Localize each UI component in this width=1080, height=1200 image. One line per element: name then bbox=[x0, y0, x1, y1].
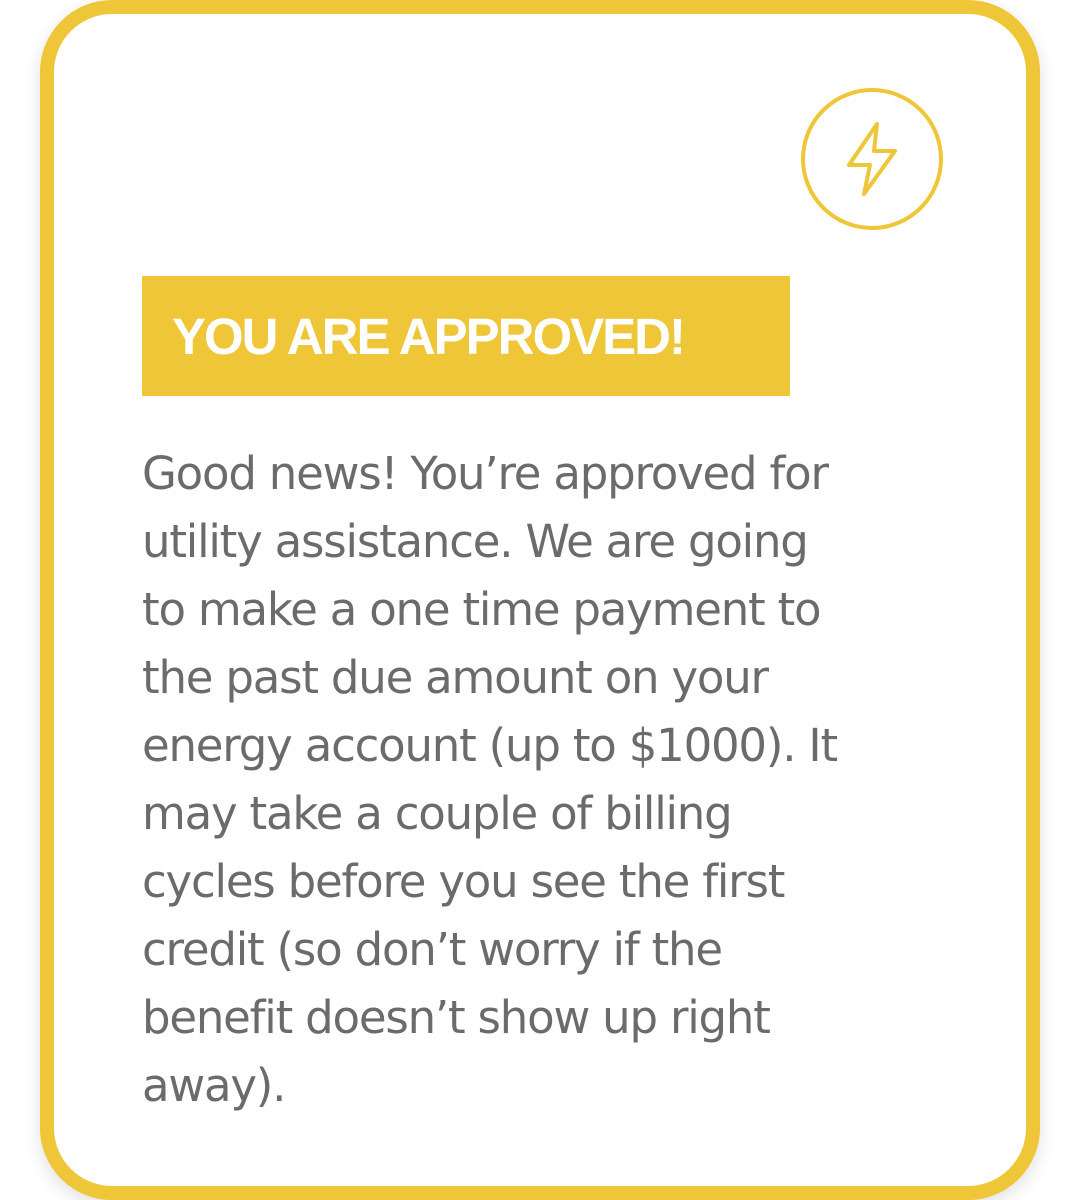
lightning-bolt-glyph bbox=[847, 122, 897, 196]
lightning-bolt-icon bbox=[801, 88, 943, 230]
message-line: the past due amount on your bbox=[142, 651, 769, 704]
approved-title: YOU ARE APPROVED! bbox=[172, 307, 686, 365]
message-line: may take a couple of billing bbox=[142, 787, 733, 840]
message-line: credit (so don’t worry if the bbox=[142, 923, 723, 976]
message-line: away). bbox=[142, 1059, 286, 1112]
approval-message: Good news! You’re approved for utility a… bbox=[142, 440, 962, 1120]
message-line: cycles before you see the first bbox=[142, 855, 785, 908]
approved-banner: YOU ARE APPROVED! bbox=[142, 276, 790, 396]
message-line: benefit doesn’t show up right bbox=[142, 991, 771, 1044]
message-line: utility assistance. We are going bbox=[142, 515, 809, 568]
message-line: energy account (up to $1000). It bbox=[142, 719, 838, 772]
message-line: to make a one time payment to bbox=[142, 583, 822, 636]
message-line: Good news! You’re approved for bbox=[142, 447, 829, 500]
